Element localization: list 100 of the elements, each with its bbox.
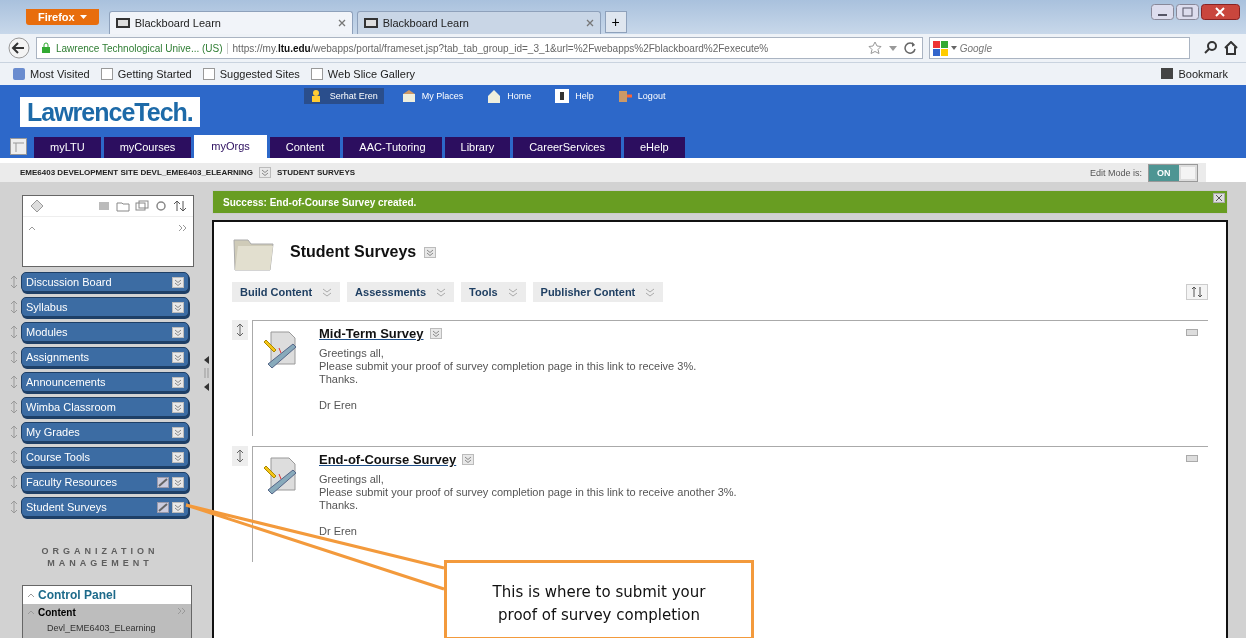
tab-title: Blackboard Learn (134, 17, 222, 29)
panel-section[interactable]: Content (23, 604, 191, 620)
course-menu-item[interactable]: My Grades (21, 422, 189, 442)
layout-icon[interactable] (10, 138, 27, 155)
bookmark-link[interactable]: Web Slice Gallery (327, 68, 416, 80)
maximize-icon[interactable] (1176, 4, 1199, 20)
item-signature: Dr Eren (319, 399, 358, 411)
item-signature: Dr Eren (319, 525, 358, 537)
expand-icon (177, 606, 187, 616)
panel-title[interactable]: Control Panel (38, 588, 116, 602)
close-icon[interactable] (337, 19, 346, 27)
nav-tab[interactable]: CareerServices (513, 137, 621, 158)
page-icon (115, 18, 130, 28)
minimize-icon[interactable] (1151, 4, 1174, 20)
action-menu-button[interactable]: Tools (461, 282, 526, 302)
folder-icon[interactable] (116, 199, 130, 213)
header-link[interactable]: Logout (637, 91, 666, 101)
bookmark-link[interactable]: Most Visited (30, 68, 90, 80)
breadcrumb-item[interactable]: EME6403 DEVELOPMENT SITE DEVL_EME6403_ELEARNING (20, 168, 253, 177)
chevron-icon[interactable] (258, 167, 271, 178)
course-menu-item[interactable]: Syllabus (21, 297, 189, 317)
chevron-icon[interactable] (429, 328, 442, 339)
nav-tab[interactable]: Library (444, 137, 511, 158)
close-icon[interactable] (1213, 193, 1225, 203)
nav-tab[interactable]: myLTU (34, 137, 101, 158)
url-text: https://my.ltu.edu/webapps/portal/frameset.jsp?tab_tab_group_id=_3_1&url=%2Fwebapps%2Fblackboard%2Fexecute% (232, 42, 770, 54)
nav-tab[interactable]: Content (269, 137, 341, 158)
page-title: Student Surveys (290, 243, 417, 261)
drag-handle-icon[interactable] (10, 275, 18, 289)
windows-icon[interactable] (135, 199, 149, 213)
search-field[interactable]: Google (928, 37, 1190, 59)
browser-tab[interactable]: Blackboard Learn (356, 11, 601, 34)
address-bar[interactable]: Lawrence Technological Unive... (US) https://my.ltu.edu/webapps/portal/frameset.jsp?tab_tab_group_id=_3_1&url=%2Fwebapps%2Fblackboard%2Fexecute% (36, 37, 923, 59)
chevron-icon (172, 476, 184, 488)
collapse-icon (27, 608, 35, 616)
chevron-icon (436, 287, 447, 297)
nav-tab[interactable]: AAC-Tutoring (343, 137, 442, 158)
home-icon[interactable] (1224, 41, 1238, 55)
drag-handle-icon[interactable] (10, 375, 18, 389)
item-title-link[interactable]: Mid-Term Survey (319, 326, 424, 341)
item-title-link[interactable]: End-of-Course Survey (319, 452, 457, 467)
bookmarks-menu[interactable]: Bookmark (1178, 68, 1228, 80)
course-menu-item[interactable]: Announcements (21, 372, 189, 392)
back-icon[interactable] (8, 37, 30, 59)
places-icon (401, 89, 416, 103)
chevron-icon[interactable] (462, 454, 475, 465)
breadcrumb-item[interactable]: STUDENT SURVEYS (276, 168, 356, 177)
search-icon[interactable] (1204, 41, 1218, 55)
caret-icon (950, 46, 957, 50)
new-tab-button[interactable]: + (604, 11, 627, 33)
header-link[interactable]: My Places (421, 91, 464, 101)
drag-handle-icon[interactable] (10, 400, 18, 414)
browser-tab[interactable]: Blackboard Learn (108, 11, 353, 34)
drag-handle-icon[interactable] (10, 350, 18, 364)
collapse-icon[interactable] (27, 591, 35, 599)
bookmark-link[interactable]: Suggested Sites (219, 68, 300, 80)
close-icon[interactable] (1201, 4, 1240, 20)
course-menu-item[interactable]: Wimba Classroom (21, 397, 189, 417)
survey-icon (263, 456, 299, 496)
header-link[interactable]: Home (507, 91, 532, 101)
panel-link[interactable]: Devl_EME6403_ELearning (23, 620, 191, 638)
action-menu-button[interactable]: Build Content (232, 282, 341, 302)
course-menu-item[interactable]: Assignments (21, 347, 189, 367)
collapse-handle-icon[interactable] (202, 355, 210, 392)
sort-icon[interactable] (173, 199, 187, 213)
course-menu-item[interactable]: Discussion Board (21, 272, 189, 292)
drag-handle-icon[interactable] (10, 475, 18, 489)
nav-tab[interactable]: myCourses (103, 137, 192, 158)
reorder-icon[interactable] (1186, 284, 1208, 300)
drag-handle-icon[interactable] (10, 450, 18, 464)
section-heading: ORGANIZATION MANAGEMENT (40, 545, 160, 569)
drag-handle-icon[interactable] (10, 300, 18, 314)
drag-handle-icon[interactable] (232, 446, 248, 466)
nav-tab[interactable]: eHelp (623, 137, 685, 158)
callout: This is where to submit your proof of survey completion (444, 560, 754, 638)
action-menu-button[interactable]: Assessments (347, 282, 455, 302)
drag-handle-icon[interactable] (10, 425, 18, 439)
course-menu-item[interactable]: Student Surveys (21, 497, 189, 517)
chevron-icon[interactable] (424, 246, 437, 258)
bookmark-link[interactable]: Getting Started (117, 68, 192, 80)
bookmark-star-icon[interactable] (867, 41, 882, 55)
bookmark-icon (12, 67, 26, 81)
caret-icon (79, 15, 87, 19)
chevron-icon (322, 287, 333, 297)
course-menu-item[interactable]: Faculty Resources (21, 472, 189, 492)
drag-handle-icon[interactable] (232, 320, 248, 340)
site-identity: Lawrence Technological Unive... (US) (56, 42, 228, 54)
action-menu-button[interactable]: Publisher Content (532, 282, 664, 302)
chevron-icon (172, 326, 184, 338)
drag-handle-icon[interactable] (10, 325, 18, 339)
chevron-icon (172, 426, 184, 438)
drag-handle-icon[interactable] (10, 500, 18, 514)
logo[interactable]: LawrenceTech. (20, 97, 200, 127)
reload-icon[interactable] (903, 41, 918, 55)
chevron-icon (172, 401, 184, 413)
header-link[interactable]: Help (575, 91, 594, 101)
expand-icon[interactable] (178, 223, 188, 233)
nav-tab[interactable]: myOrgs (194, 135, 267, 158)
course-menu-item[interactable]: Modules (21, 322, 189, 342)
course-menu-item[interactable]: Course Tools (21, 447, 189, 467)
